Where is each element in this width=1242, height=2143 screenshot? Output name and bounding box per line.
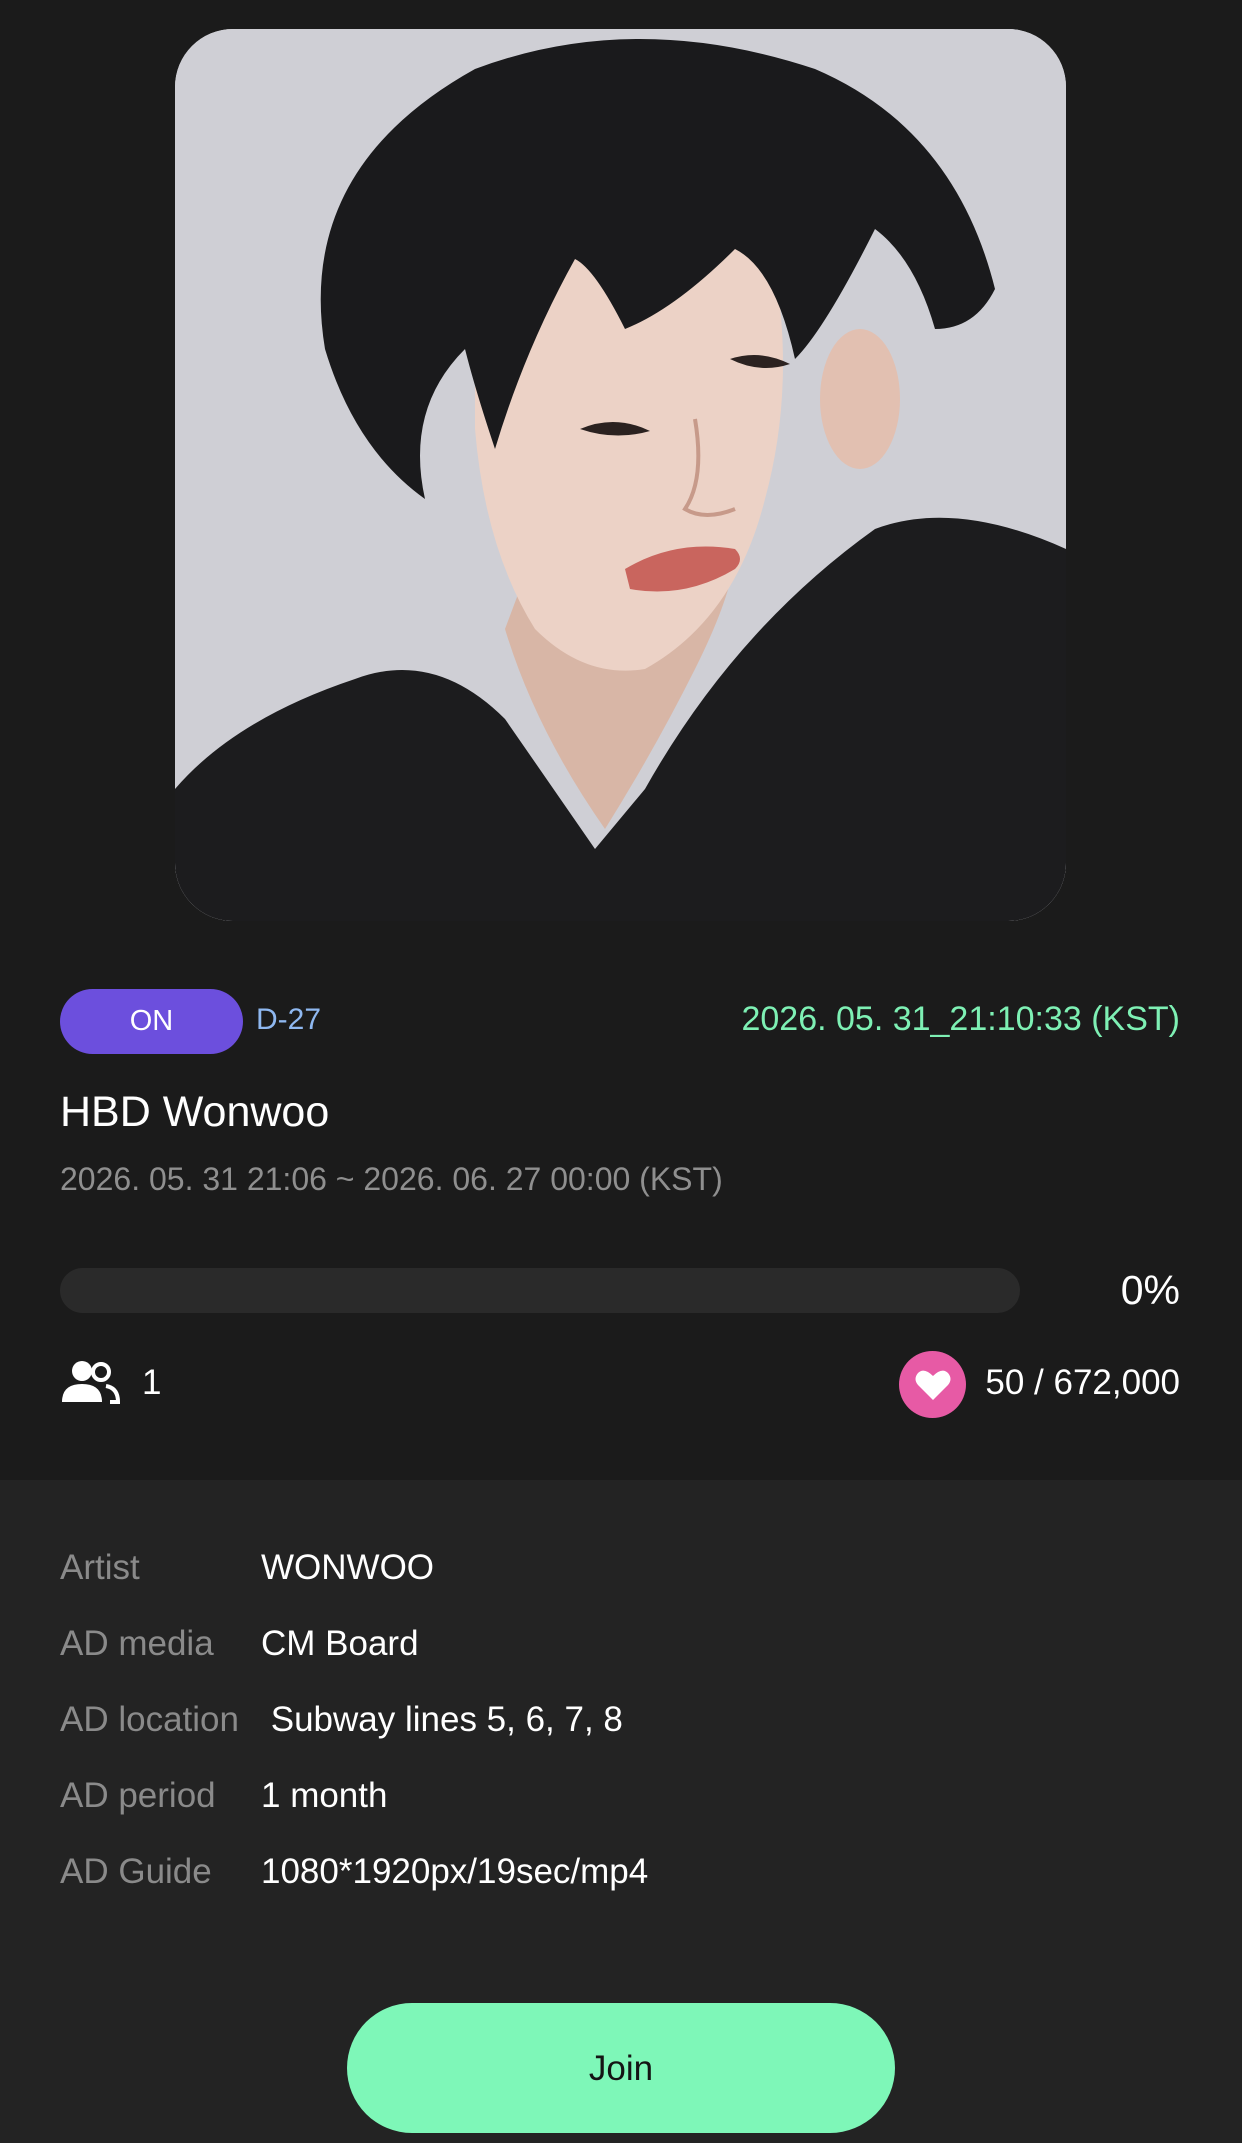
- progress-bar: [60, 1268, 1020, 1313]
- detail-value: 1080*1920px/19sec/mp4: [261, 1852, 649, 1891]
- detail-label: AD Guide: [60, 1852, 212, 1891]
- vote-count: 50 / 672,000: [985, 1363, 1180, 1402]
- detail-label: AD period: [60, 1776, 216, 1815]
- join-button[interactable]: Join: [347, 2003, 895, 2133]
- detail-label: AD location: [60, 1700, 239, 1739]
- campaign-header: ON D-27 2026. 05. 31_21:10:33 (KST) HBD …: [0, 0, 1242, 1480]
- heart-icon: [899, 1351, 966, 1418]
- progress-percent: 0%: [1120, 1267, 1180, 1313]
- detail-label: Artist: [60, 1548, 140, 1587]
- artist-photo: [175, 29, 1066, 921]
- participant-count: 1: [142, 1363, 162, 1402]
- artist-photo-illustration: [175, 29, 1066, 921]
- campaign-title: HBD Wonwoo: [60, 1088, 330, 1136]
- detail-label: AD media: [60, 1624, 214, 1663]
- detail-value: WONWOO: [261, 1548, 435, 1587]
- people-icon: [62, 1361, 120, 1404]
- d-day-label: D-27: [256, 1003, 322, 1036]
- detail-value: CM Board: [261, 1624, 419, 1663]
- detail-value: 1 month: [261, 1776, 388, 1815]
- detail-value: Subway lines 5, 6, 7, 8: [261, 1700, 623, 1739]
- status-badge: ON: [60, 989, 243, 1054]
- current-time: 2026. 05. 31_21:10:33 (KST): [741, 1000, 1180, 1038]
- campaign-period: 2026. 05. 31 21:06 ~ 2026. 06. 27 00:00 …: [60, 1161, 723, 1197]
